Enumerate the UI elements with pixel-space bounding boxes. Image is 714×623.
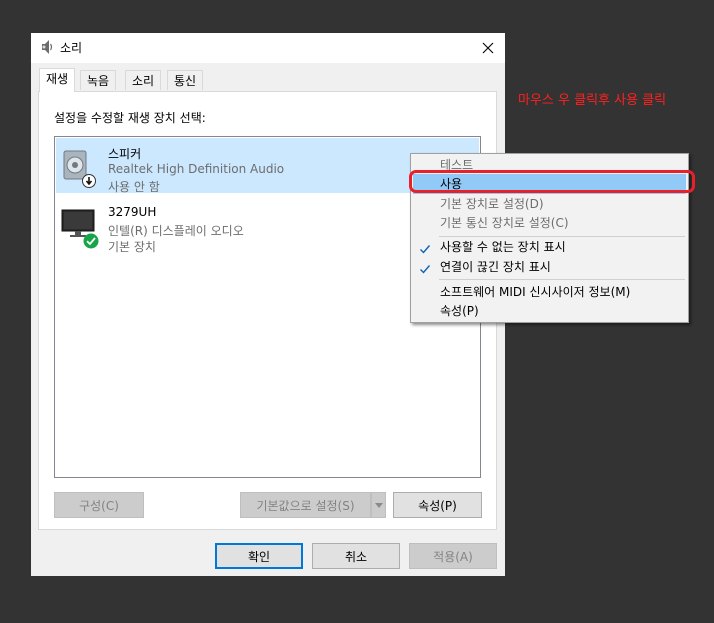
- apply-button[interactable]: 적용(A): [409, 543, 497, 569]
- menu-item-midi-info[interactable]: 소프트웨어 MIDI 신시사이저 정보(M): [413, 282, 686, 302]
- menu-item-label: 속성(P): [440, 304, 479, 318]
- checkmark-icon: [419, 241, 431, 254]
- window-title: 소리: [60, 41, 83, 55]
- menu-item-label: 사용할 수 없는 장치 표시: [440, 240, 566, 254]
- speaker-title-icon: [40, 39, 54, 55]
- set-default-dropdown[interactable]: [371, 492, 386, 518]
- ok-button[interactable]: 확인: [215, 543, 303, 569]
- menu-item-label: 기본 장치로 설정(D): [440, 197, 544, 211]
- menu-item-properties[interactable]: 속성(P): [413, 301, 686, 321]
- tab-communications[interactable]: 통신: [167, 70, 204, 90]
- annotation-text: 마우스 우 클릭후 사용 클릭: [518, 93, 667, 108]
- tab-sounds[interactable]: 소리: [125, 70, 162, 90]
- instruction-label: 설정을 수정할 재생 장치 선택:: [54, 111, 206, 125]
- chevron-down-icon: [374, 502, 383, 508]
- disabled-arrow-badge: [82, 174, 96, 191]
- properties-button[interactable]: 속성(P): [393, 492, 482, 518]
- menu-item-label: 소프트웨어 MIDI 신시사이저 정보(M): [440, 285, 631, 299]
- device-status: 사용 안 함: [108, 180, 160, 194]
- tab-playback[interactable]: 재생: [39, 68, 76, 92]
- menu-item-label: 기본 통신 장치로 설정(C): [440, 216, 569, 230]
- annotation-highlight-box: [409, 170, 695, 193]
- configure-button[interactable]: 구성(C): [54, 492, 144, 518]
- menu-item-set-default-comm[interactable]: 기본 통신 장치로 설정(C): [413, 213, 686, 233]
- device-status: 기본 장치: [108, 240, 156, 254]
- checkmark-icon: [419, 261, 431, 274]
- menu-item-show-disabled[interactable]: 사용할 수 없는 장치 표시: [413, 237, 686, 257]
- set-default-button[interactable]: 기본값으로 설정(S): [240, 492, 371, 518]
- menu-item-show-disconnected[interactable]: 연결이 끊긴 장치 표시: [413, 257, 686, 277]
- device-description: 인텔(R) 디스플레이 오디오: [108, 224, 244, 238]
- close-button[interactable]: [471, 33, 505, 63]
- device-name: 3279UH: [108, 205, 157, 219]
- device-description: Realtek High Definition Audio: [108, 162, 285, 176]
- tab-recording[interactable]: 녹음: [80, 70, 117, 90]
- menu-separator: [439, 279, 685, 280]
- menu-item-set-default[interactable]: 기본 장치로 설정(D): [413, 194, 686, 214]
- close-icon: [482, 42, 494, 54]
- title-bar[interactable]: 소리: [31, 33, 505, 63]
- device-name: 스피커: [108, 147, 142, 161]
- default-check-badge: [83, 233, 99, 252]
- menu-item-label: 연결이 끊긴 장치 표시: [440, 260, 551, 274]
- cancel-button[interactable]: 취소: [312, 543, 400, 569]
